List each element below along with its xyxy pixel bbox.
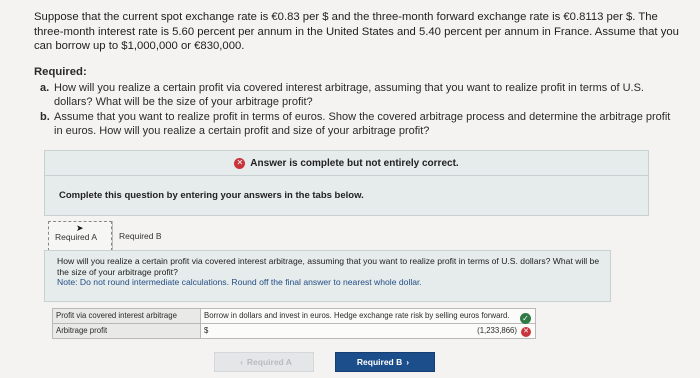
requirement-text: Assume that you want to realize profit i… [54, 111, 671, 137]
requirement-b: b. Assume that you want to realize profi… [40, 111, 680, 138]
method-answer-select[interactable]: Borrow in dollars and invest in euros. H… [200, 308, 536, 324]
row-label: Arbitrage profit [52, 323, 201, 339]
instruction-text: Complete this question by entering your … [59, 190, 364, 201]
question-text-block: How will you realize a certain profit vi… [57, 256, 602, 288]
question-note: Note: Do not round intermediate calculat… [57, 277, 422, 287]
question-text: How will you realize a certain profit vi… [57, 256, 600, 277]
instruction-panel: Complete this question by entering your … [44, 176, 649, 216]
prev-tab-label: Required A [246, 357, 292, 367]
row-label: Profit via covered interest arbitrage [52, 308, 201, 324]
table-row: Profit via covered interest arbitrage Bo… [52, 308, 536, 324]
question-box: How will you realize a certain profit vi… [44, 250, 611, 302]
requirement-letter: a. [40, 82, 50, 94]
profit-input[interactable]: $ (1,233,866) ✕ [200, 323, 536, 339]
next-tab-label: Required B [356, 357, 403, 367]
requirement-a: a. How will you realize a certain profit… [40, 82, 680, 109]
required-heading: Required: [34, 66, 87, 78]
mouse-cursor-icon: ➤ [76, 223, 84, 233]
tab-bar: ➤ Required A Required B [48, 221, 172, 251]
check-icon: ✓ [520, 313, 531, 324]
chevron-right-icon: › [406, 357, 410, 367]
tab-required-b[interactable]: Required B [112, 221, 172, 251]
tab-label: Required B [119, 231, 162, 241]
error-x-icon: ✕ [521, 327, 531, 337]
next-tab-button[interactable]: Required B › [335, 352, 435, 372]
tab-required-a[interactable]: ➤ Required A [48, 221, 112, 251]
prev-tab-button[interactable]: ‹ Required A [214, 352, 314, 372]
answer-table: Profit via covered interest arbitrage Bo… [52, 308, 536, 339]
table-row: Arbitrage profit $ (1,233,866) ✕ [52, 323, 536, 339]
requirements-list: a. How will you realize a certain profit… [40, 82, 680, 140]
profit-value: (1,233,866) [477, 326, 517, 335]
method-answer-text: Borrow in dollars and invest in euros. H… [204, 311, 510, 320]
error-x-icon: ✕ [234, 157, 246, 169]
status-banner-text: Answer is complete but not entirely corr… [250, 157, 459, 169]
requirement-letter: b. [40, 111, 50, 123]
requirement-text: How will you realize a certain profit vi… [54, 82, 644, 108]
chevron-left-icon: ‹ [240, 357, 243, 367]
problem-intro: Suppose that the current spot exchange r… [34, 11, 679, 52]
currency-symbol: $ [204, 326, 209, 335]
status-banner: ✕ Answer is complete but not entirely co… [44, 150, 649, 176]
